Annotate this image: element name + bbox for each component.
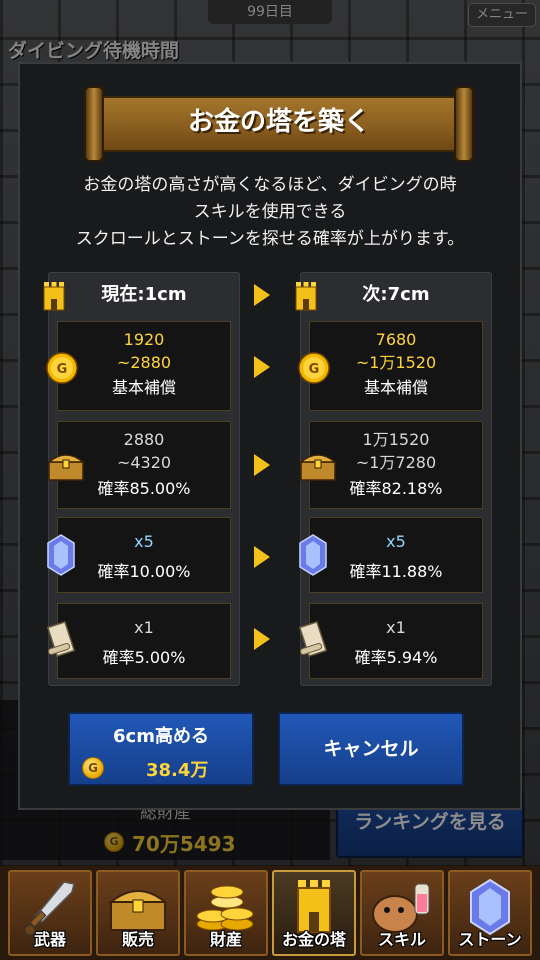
next-chest-rate: 確率82.18% <box>349 479 443 498</box>
arrow-right-icon <box>254 356 270 378</box>
current-reward-max: ~2880 <box>116 353 172 372</box>
next-reward-max: ~1万1520 <box>355 353 437 372</box>
next-height: 次:7cm <box>362 284 430 305</box>
current-stone-count: x5 <box>134 532 154 551</box>
nav-weapon-label: 武器 <box>33 930 66 949</box>
modal-title: お金の塔を築く <box>187 107 370 137</box>
description-line-1: お金の塔の高さが高くなるほど、ダイビングの時 <box>83 175 457 195</box>
current-reward-min: 1920 <box>123 330 165 349</box>
raise-tower-label: 6cm高める <box>113 726 209 747</box>
next-scroll-cell: x1 確率5.94% <box>298 603 483 679</box>
current-height: 現在:1cm <box>101 284 187 305</box>
current-chest-max: ~4320 <box>116 453 172 472</box>
next-stone-cell: x5 確率11.88% <box>299 517 483 593</box>
raise-tower-cost: 38.4万 <box>146 760 209 781</box>
nav-money-tower-label: お金の塔 <box>281 930 346 949</box>
cancel-button[interactable]: キャンセル <box>278 712 464 786</box>
next-chest-max: ~1万7280 <box>355 453 437 472</box>
nav-assets[interactable]: 財産 <box>184 870 268 956</box>
scroll-banner: お金の塔を築く <box>84 86 474 162</box>
current-scroll-cell: x1 確率5.00% <box>46 603 231 679</box>
next-stone-rate: 確率11.88% <box>349 562 443 581</box>
current-stone-cell: x5 確率10.00% <box>47 517 231 593</box>
raise-tower-button[interactable]: 6cm高める G 38.4万 <box>68 712 254 786</box>
current-column: 現在:1cm G 1920 ~2880 基本補償 2880 ~4320 確率85… <box>43 272 240 686</box>
next-column: 次:7cm G 7680 ~1万1520 基本補償 1万1520 ~1万7280… <box>295 272 492 686</box>
current-scroll-count: x1 <box>134 618 154 637</box>
current-stone-rate: 確率10.00% <box>97 562 191 581</box>
nav-money-tower[interactable]: お金の塔 <box>272 870 356 956</box>
current-chest-cell: 2880 ~4320 確率85.00% <box>46 421 231 509</box>
nav-stone[interactable]: ストーン <box>448 870 532 956</box>
current-chest-min: 2880 <box>123 430 165 449</box>
description-line-3: スクロールとストーンを探せる確率が上がります。 <box>75 229 465 249</box>
current-reward-cell: G 1920 ~2880 基本補償 <box>46 321 231 411</box>
next-chest-min: 1万1520 <box>362 430 430 449</box>
nav-weapon[interactable]: 武器 <box>8 870 92 956</box>
next-scroll-count: x1 <box>386 618 406 637</box>
nav-assets-label: 財産 <box>209 930 242 949</box>
arrow-right-icon <box>254 284 270 306</box>
next-reward-min: 7680 <box>375 330 417 349</box>
next-reward-label: 基本補償 <box>363 378 428 397</box>
modal-description: お金の塔の高さが高くなるほど、ダイビングの時 スキルを使用できる スクロールとス… <box>18 172 522 253</box>
next-reward-cell: G 7680 ~1万1520 基本補償 <box>298 321 483 411</box>
arrow-right-icon <box>254 454 270 476</box>
next-chest-cell: 1万1520 ~1万7280 確率82.18% <box>298 421 483 509</box>
nav-skill[interactable]: スキル <box>360 870 444 956</box>
description-line-2: スキルを使用できる <box>193 202 347 222</box>
nav-stone-label: ストーン <box>458 930 522 949</box>
nav-sell[interactable]: 販売 <box>96 870 180 956</box>
current-scroll-rate: 確率5.00% <box>102 648 186 667</box>
bottom-nav: 武器 販売 財産 お金の塔 スキル ストーン <box>0 866 540 960</box>
next-stone-count: x5 <box>386 532 406 551</box>
nav-skill-label: スキル <box>377 930 426 949</box>
gold-coin-icon: G <box>82 757 104 779</box>
arrow-right-icon <box>254 628 270 650</box>
current-chest-rate: 確率85.00% <box>97 479 191 498</box>
current-reward-label: 基本補償 <box>111 378 176 397</box>
arrow-right-icon <box>254 546 270 568</box>
nav-sell-label: 販売 <box>121 930 154 949</box>
next-scroll-rate: 確率5.94% <box>354 648 438 667</box>
